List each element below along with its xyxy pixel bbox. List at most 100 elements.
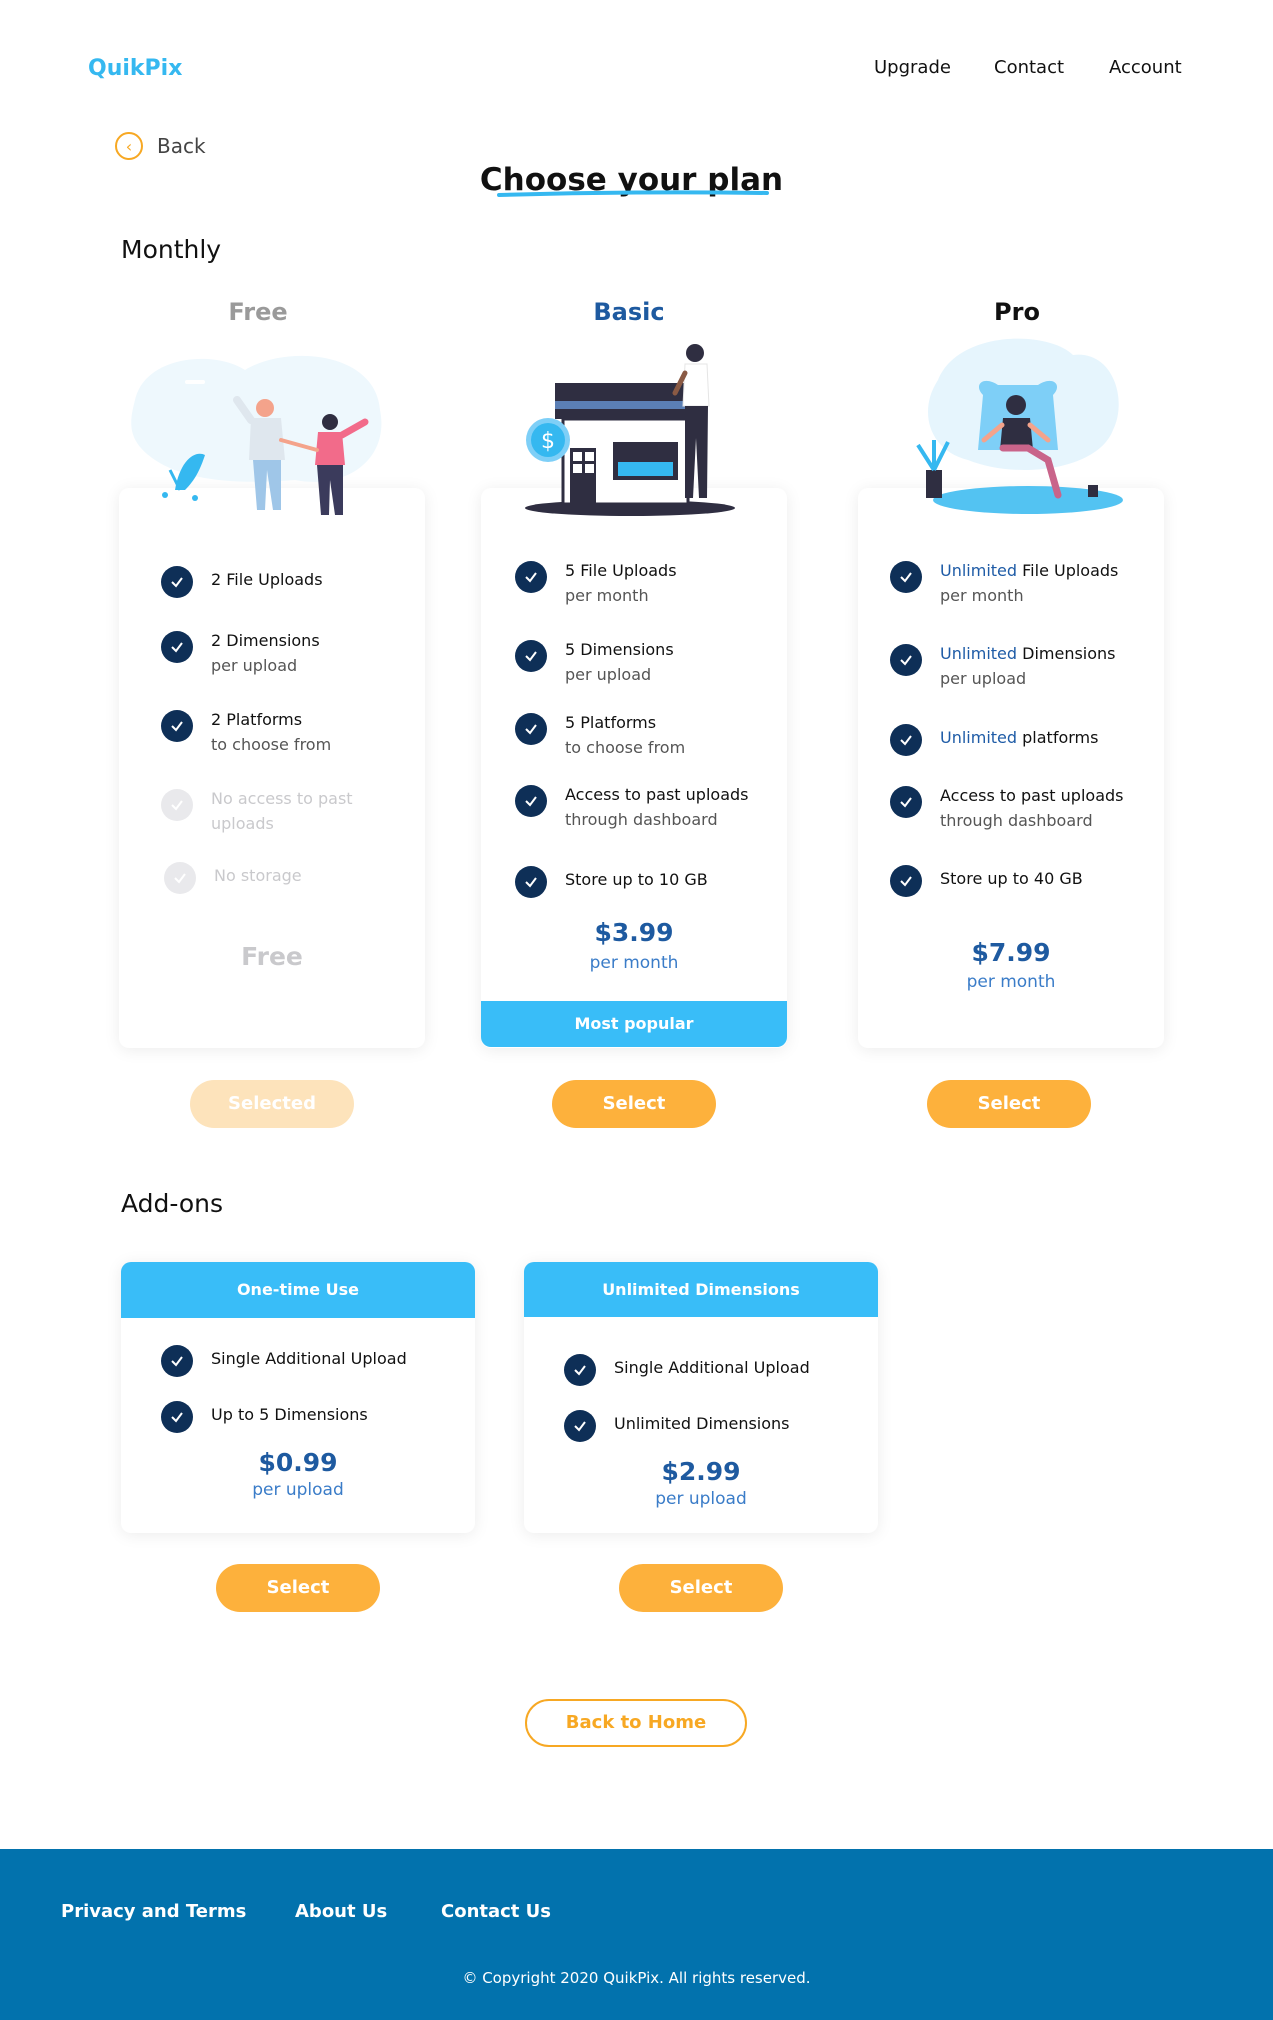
feature-item: Access to past uploads through dashboard (515, 782, 749, 832)
feature-text: Access to past uploads (565, 785, 749, 804)
feature-item-disabled: No access to past uploads (161, 786, 353, 836)
feature-item: Store up to 40 GB (890, 862, 1083, 897)
check-icon (564, 1410, 596, 1442)
copyright-text: © Copyright 2020 QuikPix. All rights res… (462, 1969, 811, 1987)
feature-text: platforms (1017, 728, 1099, 747)
check-icon (890, 644, 922, 676)
feature-highlight: Unlimited (940, 728, 1018, 747)
feature-text: Dimensions (1017, 644, 1116, 663)
check-icon (161, 566, 193, 598)
check-icon-disabled (161, 789, 193, 821)
feature-item: 5 File Uploads per month (515, 558, 677, 608)
check-icon (515, 866, 547, 898)
title-underline (497, 190, 769, 197)
addon-card-unlimited-dimensions: Unlimited Dimensions Single Additional U… (524, 1262, 878, 1533)
feature-item: Up to 5 Dimensions (161, 1398, 368, 1433)
plan-card-pro: Unlimited File Uploads per month Unlimite… (858, 488, 1164, 1048)
check-icon (515, 640, 547, 672)
nav-account[interactable]: Account (1109, 57, 1182, 78)
footer: Privacy and Terms About Us Contact Us © … (0, 1849, 1273, 2020)
check-icon-disabled (164, 862, 196, 894)
plan-basic-select-button[interactable]: Select (552, 1080, 716, 1128)
feature-text: 5 Platforms (565, 713, 657, 732)
feature-item: Single Additional Upload (564, 1351, 810, 1386)
plan-price-period: per month (966, 972, 1056, 992)
plan-card-free: 2 File Uploads 2 Dimensions per upload 2 … (119, 488, 425, 1048)
relaxing-illustration (916, 338, 1123, 514)
addon-card-one-time: One-time Use Single Additional Upload Up… (121, 1262, 475, 1533)
plan-price-pro: $7.99 (971, 938, 1051, 967)
check-icon (890, 724, 922, 756)
feature-item: Unlimited Dimensions per upload (890, 641, 1116, 691)
nav-upgrade[interactable]: Upgrade (874, 57, 951, 78)
plan-price-period: per month (589, 953, 679, 973)
addon-price: $2.99 (661, 1457, 741, 1486)
svg-text:$: $ (541, 429, 555, 454)
feature-item: Single Additional Upload (161, 1342, 407, 1377)
plan-name-free: Free (228, 298, 288, 326)
footer-about-link[interactable]: About Us (295, 1901, 387, 1922)
check-icon (564, 1354, 596, 1386)
check-icon (161, 1401, 193, 1433)
feature-item: 5 Platforms to choose from (515, 710, 685, 760)
check-icon (161, 631, 193, 663)
check-icon (890, 865, 922, 897)
addons-heading: Add-ons (121, 1189, 224, 1218)
feature-highlight: Unlimited (940, 561, 1018, 580)
brand-logo[interactable]: QuikPix (88, 56, 182, 81)
addon-title: One-time Use (121, 1262, 475, 1318)
plan-free-selected-button[interactable]: Selected (190, 1080, 354, 1128)
feature-text: Single Additional Upload (211, 1349, 407, 1368)
feature-item: Unlimited Dimensions (564, 1407, 790, 1442)
back-link[interactable]: ‹ Back (115, 132, 206, 160)
check-icon (161, 1345, 193, 1377)
friends-illustration (131, 355, 382, 515)
feature-subtext: per month (565, 586, 649, 605)
feature-highlight: Unlimited (940, 644, 1018, 663)
chevron-left-icon: ‹ (115, 132, 143, 160)
check-icon (161, 710, 193, 742)
feature-subtext: per month (940, 586, 1024, 605)
check-icon (515, 561, 547, 593)
back-to-home-button[interactable]: Back to Home (525, 1699, 747, 1747)
footer-privacy-link[interactable]: Privacy and Terms (61, 1901, 246, 1922)
most-popular-badge: Most popular (481, 1001, 787, 1047)
feature-subtext: through dashboard (565, 810, 718, 829)
feature-item-disabled: No storage (164, 859, 302, 894)
check-icon (890, 561, 922, 593)
feature-text: Store up to 40 GB (940, 869, 1083, 888)
feature-subtext: per upload (211, 656, 298, 675)
addon-unlimited-select-button[interactable]: Select (619, 1564, 783, 1612)
feature-text: Store up to 10 GB (565, 870, 708, 889)
feature-text: 5 Dimensions (565, 640, 674, 659)
feature-text: Unlimited Dimensions (614, 1414, 790, 1433)
feature-text: Access to past uploads (940, 786, 1124, 805)
nav-contact[interactable]: Contact (994, 57, 1064, 78)
feature-text: 5 File Uploads (565, 561, 677, 580)
check-icon (515, 785, 547, 817)
feature-item: Unlimited File Uploads per month (890, 558, 1118, 608)
feature-subtext: per upload (565, 665, 652, 684)
feature-subtext: per upload (940, 669, 1027, 688)
check-icon (890, 786, 922, 818)
addon-price-period: per upload (252, 1480, 344, 1500)
feature-item: 2 Platforms to choose from (161, 707, 331, 757)
feature-subtext: through dashboard (940, 811, 1093, 830)
plan-price-free: Free (241, 942, 303, 971)
shop-illustration: $ (525, 344, 735, 516)
footer-contact-link[interactable]: Contact Us (441, 1901, 551, 1922)
feature-item: 2 File Uploads (161, 563, 323, 598)
feature-subtext: to choose from (211, 735, 332, 754)
plan-price-basic: $3.99 (594, 918, 674, 947)
addon-title: Unlimited Dimensions (524, 1262, 878, 1317)
feature-subtext: uploads (211, 814, 274, 833)
feature-text: No access to past (211, 789, 353, 808)
plan-name-basic: Basic (593, 298, 665, 326)
plan-name-pro: Pro (994, 298, 1040, 326)
feature-item: 2 Dimensions per upload (161, 628, 320, 678)
back-label: Back (157, 134, 206, 158)
feature-text: File Uploads (1017, 561, 1119, 580)
plan-pro-select-button[interactable]: Select (927, 1080, 1091, 1128)
feature-text: Single Additional Upload (614, 1358, 810, 1377)
addon-one-time-select-button[interactable]: Select (216, 1564, 380, 1612)
